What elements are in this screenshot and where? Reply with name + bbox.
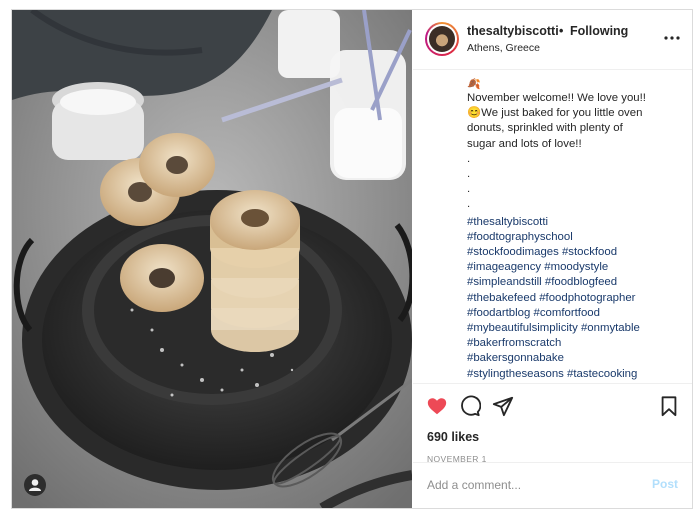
caption-dot: . (467, 183, 471, 196)
hashtag-list: #thesaltybiscotti #foodtographyschool #s… (467, 215, 682, 380)
post-caption: 🍂 November welcome!! We love you!! 😊We j… (467, 78, 682, 380)
instagram-post: thesaltybiscotti • Following Athens, Gre… (11, 9, 693, 509)
like-count[interactable]: 690 likes (427, 430, 479, 444)
following-button[interactable]: Following (570, 24, 628, 38)
post-comment-button[interactable]: Post (652, 477, 678, 491)
caption-line: 😊We just baked for you little oven (467, 107, 643, 120)
hashtag-link[interactable]: #imageagency #moodystyle (467, 260, 682, 275)
caption-dot: . (467, 152, 471, 165)
caption-line: sugar and lots of love!! (467, 137, 582, 150)
hashtag-link[interactable]: #thesaltybiscotti (467, 215, 682, 230)
post-side-panel: thesaltybiscotti • Following Athens, Gre… (413, 10, 692, 508)
hashtag-link[interactable]: #foodtographyschool (467, 230, 682, 245)
comment-bar: Post (413, 462, 692, 508)
post-header: thesaltybiscotti • Following Athens, Gre… (413, 10, 692, 70)
hashtag-link[interactable]: #stylingtheseasons #tastecooking (467, 367, 682, 380)
username-link[interactable]: thesaltybiscotti (467, 24, 559, 38)
person-icon[interactable] (24, 474, 46, 496)
hashtag-link[interactable]: #bakerfromscratch (467, 336, 682, 351)
hashtag-link[interactable]: #bakersgonnabake (467, 351, 682, 366)
caption-line: November welcome!! We love you!! (467, 92, 646, 104)
post-photo[interactable] (12, 10, 412, 508)
leaf-emoji: 🍂 (467, 78, 481, 90)
hashtag-link[interactable]: #mybeautifulsimplicity #onmytable (467, 321, 682, 336)
donut-photo-illustration (12, 10, 412, 508)
heart-icon[interactable] (426, 395, 448, 417)
caption-dot: . (467, 168, 471, 181)
comment-bubble-icon[interactable] (459, 395, 481, 417)
avatar[interactable] (425, 22, 459, 56)
ellipsis-icon[interactable] (664, 36, 680, 40)
hashtag-link[interactable]: #foodartblog #comfortfood (467, 306, 682, 321)
hashtag-link[interactable]: #simpleandstill #foodblogfeed (467, 275, 682, 290)
caption-line: donuts, sprinkled with plenty of (467, 122, 623, 135)
bookmark-icon[interactable] (658, 395, 680, 417)
separator-dot: • (559, 24, 564, 38)
caption-dot: . (467, 198, 471, 211)
hashtag-link[interactable]: #stockfoodimages #stockfood (467, 245, 682, 260)
location-link[interactable]: Athens, Greece (467, 42, 540, 54)
paper-plane-icon[interactable] (492, 395, 514, 417)
hashtag-link[interactable]: #thebakefeed #foodphotographer (467, 291, 682, 306)
comment-input[interactable] (427, 475, 627, 495)
